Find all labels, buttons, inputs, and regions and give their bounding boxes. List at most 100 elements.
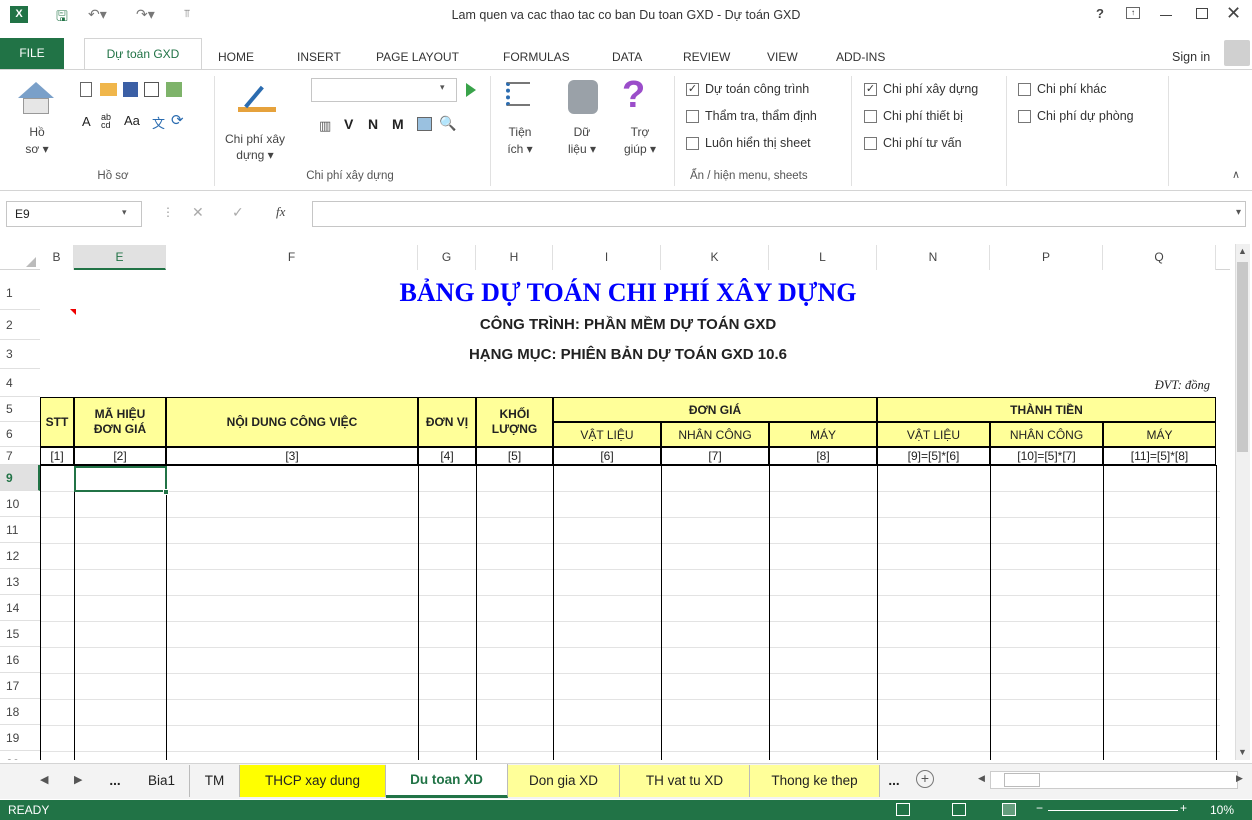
row-header-19[interactable]: 19 (0, 725, 40, 751)
zoom-level[interactable]: 10% (1210, 803, 1234, 817)
insert-function-icon[interactable]: fx (276, 204, 285, 220)
home-folder-icon[interactable] (18, 82, 54, 98)
tab-add-ins[interactable]: ADD-INS (836, 50, 885, 64)
chi-phi-ruler-icon[interactable] (238, 82, 276, 112)
selected-cell-e9[interactable] (74, 466, 167, 492)
refresh-icon[interactable]: ⟳ (171, 111, 184, 129)
unchecked-box-icon[interactable] (686, 109, 699, 123)
column-header-b[interactable]: B (40, 245, 74, 270)
tab-th-vat-tu-xd[interactable]: TH vat tu XD (620, 765, 750, 797)
page-layout-view-icon[interactable] (952, 803, 966, 816)
tab-bia1[interactable]: Bia1 (134, 765, 190, 797)
tab-review[interactable]: REVIEW (683, 50, 730, 64)
zoom-out-icon[interactable]: − (1036, 801, 1043, 815)
copy-icon[interactable] (144, 82, 159, 97)
translate-icon[interactable]: 文 (152, 113, 165, 132)
row-header-5[interactable]: 5 (0, 397, 40, 422)
formula-input[interactable] (312, 201, 1246, 227)
style-n-button[interactable]: N (368, 116, 378, 132)
font-a-icon[interactable]: A (82, 114, 91, 129)
h-scroll-right-icon[interactable]: ▶ (1236, 773, 1243, 784)
h-scroll-left-icon[interactable]: ◀ (978, 773, 985, 784)
checkbox-an-hien-2[interactable]: Luôn hiển thị sheet (686, 136, 811, 150)
scroll-down-icon[interactable]: ▼ (1238, 747, 1247, 757)
du-lieu-label-2[interactable]: liệu ▾ (560, 142, 604, 157)
fill-handle[interactable] (163, 489, 169, 495)
checkbox-chi-phi-khac-1[interactable]: Chi phí dự phòng (1018, 109, 1134, 123)
new-file-icon[interactable] (80, 82, 92, 97)
row-header-1[interactable]: 1 (0, 276, 40, 310)
tab-next-icon[interactable]: ▶ (74, 773, 82, 786)
unchecked-box-icon[interactable] (1018, 109, 1031, 123)
zoom-slider[interactable] (1048, 810, 1178, 811)
row-header-3[interactable]: 3 (0, 340, 40, 369)
save-file-icon[interactable] (123, 82, 138, 97)
expand-formula-icon[interactable]: ▾ (1236, 207, 1241, 218)
collapse-ribbon-icon[interactable]: ∧ (1232, 168, 1240, 181)
maximize-icon[interactable] (1196, 8, 1208, 19)
row-header-14[interactable]: 14 (0, 595, 40, 621)
row-header-9[interactable]: 9 (0, 465, 40, 491)
column-header-g[interactable]: G (418, 245, 476, 270)
name-box-dropdown-icon[interactable]: ▾ (122, 207, 127, 218)
cancel-entry-icon[interactable]: ✕ (192, 204, 204, 221)
style-m-button[interactable]: M (392, 116, 404, 132)
ho-so-label-1[interactable]: Hồ (22, 125, 52, 140)
zoom-tool-icon[interactable]: 🔍 (439, 115, 456, 132)
row-header-20[interactable]: 20 (0, 751, 40, 760)
unchecked-box-icon[interactable] (864, 109, 877, 123)
tien-ich-icon[interactable] (506, 82, 530, 106)
column-header-e[interactable]: E (74, 245, 166, 270)
change-case-icon[interactable]: Aa (124, 113, 140, 128)
sign-in-link[interactable]: Sign in (1172, 50, 1210, 64)
open-folder-icon[interactable] (100, 83, 117, 96)
tab-file[interactable]: FILE (0, 38, 64, 70)
checked-box-icon[interactable]: ✓ (686, 82, 699, 96)
tab-insert[interactable]: INSERT (297, 50, 341, 64)
column-header-h[interactable]: H (476, 245, 553, 270)
tab-data[interactable]: DATA (612, 50, 642, 64)
ribbon-display-icon[interactable]: ↑ (1126, 7, 1140, 19)
cost-combo-box[interactable] (311, 78, 457, 102)
tab-tm[interactable]: TM (190, 765, 240, 797)
checkbox-chi-phi-2[interactable]: Chi phí tư vấn (864, 136, 962, 150)
du-lieu-icon[interactable] (568, 80, 598, 114)
unchecked-box-icon[interactable] (864, 136, 877, 150)
tab-du-toan-xd[interactable]: Du toan XD (386, 764, 508, 798)
row-header-12[interactable]: 12 (0, 543, 40, 569)
checkbox-chi-phi-1[interactable]: Chi phí thiết bị (864, 109, 963, 123)
image-tool-icon[interactable] (417, 117, 432, 131)
avatar[interactable] (1224, 40, 1250, 66)
column-header-l[interactable]: L (769, 245, 877, 270)
tab-prev-icon[interactable]: ◀ (40, 773, 48, 786)
unchecked-box-icon[interactable] (686, 136, 699, 150)
tien-ich-label-2[interactable]: ích ▾ (500, 142, 540, 157)
row-header-4[interactable]: 4 (0, 369, 40, 397)
checked-box-icon[interactable]: ✓ (864, 82, 877, 96)
row-header-6[interactable]: 6 (0, 422, 40, 447)
checkbox-an-hien-0[interactable]: ✓ Dự toán công trình (686, 82, 809, 96)
minimize-icon[interactable] (1160, 15, 1172, 16)
row-header-11[interactable]: 11 (0, 517, 40, 543)
row-header-2[interactable]: 2 (0, 310, 40, 340)
row-header-7[interactable]: 7 (0, 447, 40, 465)
font-abcd-icon[interactable]: ab cd (101, 113, 113, 130)
tab-view[interactable]: VIEW (767, 50, 798, 64)
checkbox-chi-phi-khac-0[interactable]: Chi phí khác (1018, 82, 1106, 96)
row-header-10[interactable]: 10 (0, 491, 40, 517)
confirm-entry-icon[interactable]: ✓ (232, 204, 244, 221)
close-icon[interactable]: ✕ (1226, 3, 1241, 24)
zoom-in-icon[interactable]: + (1180, 801, 1187, 815)
tab-don-gia-xd[interactable]: Don gia XD (508, 765, 620, 797)
unchecked-box-icon[interactable] (1018, 82, 1031, 96)
normal-view-icon[interactable] (896, 803, 910, 816)
tien-ich-label-1[interactable]: Tiện (500, 125, 540, 140)
scroll-thumb[interactable] (1237, 262, 1248, 452)
tro-giup-label-2[interactable]: giúp ▾ (618, 142, 662, 157)
scroll-up-icon[interactable]: ▲ (1238, 246, 1247, 256)
select-all-icon[interactable] (26, 257, 36, 267)
tab-thong-ke-thep[interactable]: Thong ke thep (750, 765, 880, 797)
export-icon[interactable] (166, 82, 182, 97)
question-icon[interactable]: ? (622, 74, 645, 117)
run-icon[interactable] (466, 83, 476, 97)
